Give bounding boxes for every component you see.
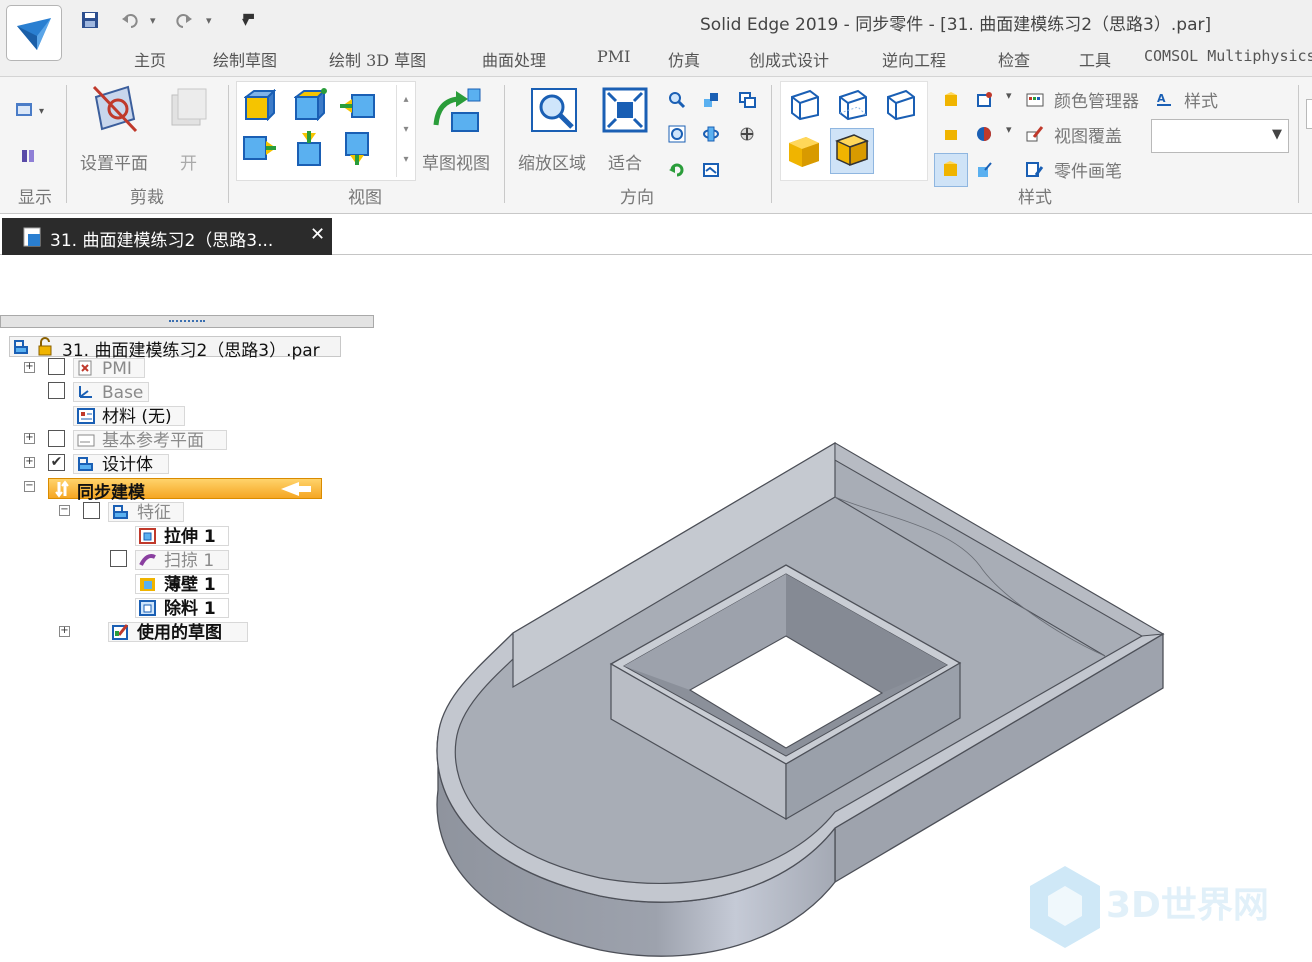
pan-icon[interactable] [702, 91, 720, 113]
spin-icon[interactable] [702, 125, 720, 147]
display-panes-icon[interactable] [20, 147, 38, 169]
tab-reverse-engineering[interactable]: 逆向工程 [882, 47, 946, 71]
shaded-with-edges-style-button[interactable] [830, 128, 874, 174]
group-label-orient: 方向 [620, 188, 654, 208]
view-iso-icon[interactable] [293, 87, 328, 125]
group-label-style: 样式 [1018, 188, 1052, 208]
shaded-small-icon [944, 161, 957, 176]
open-clip-icon[interactable] [166, 87, 208, 137]
window-title: Solid Edge 2019 - 同步零件 - [31. 曲面建模练习2（思路… [700, 15, 1212, 35]
document-tab[interactable]: 31. 曲面建模练习2（思路3... ✕ [2, 218, 332, 255]
shaded-with-edges-style-icon [835, 134, 869, 167]
open-clip-button[interactable]: 开 [180, 149, 197, 174]
tab-pmi[interactable]: PMI [597, 47, 630, 66]
zoom-area-icon[interactable] [530, 87, 580, 139]
tab-inspect[interactable]: 检查 [998, 47, 1030, 71]
title-bar: ▾ ▾ ▬ ▾ Solid Edge 2019 - 同步零件 - [31. 曲面建… [0, 0, 1312, 76]
tab-surfacing[interactable]: 曲面处理 [482, 47, 546, 71]
copy-view-icon[interactable] [738, 91, 756, 113]
group-label-clip: 剪裁 [130, 188, 164, 208]
watermark-logo [1030, 866, 1100, 948]
style-dropdown[interactable]: ▼ [1151, 119, 1289, 153]
chevron-down-icon: ▼ [1272, 127, 1282, 142]
redo-dropdown-icon[interactable]: ▾ [206, 14, 212, 27]
tab-generative-design[interactable]: 创成式设计 [749, 47, 829, 71]
styles-button[interactable]: 样式 [1184, 87, 1218, 112]
svg-text:▾: ▾ [39, 106, 44, 117]
ribbon-separator [771, 85, 772, 203]
hidden-edges-style-icon[interactable] [836, 87, 870, 125]
visible-edges-style-icon[interactable] [884, 87, 918, 125]
svg-text:A: A [1157, 92, 1166, 105]
tab-simulation[interactable]: 仿真 [668, 47, 700, 71]
shaded-style-icon[interactable] [786, 133, 822, 173]
named-view-icon[interactable] [702, 161, 720, 183]
zoom-icon[interactable] [668, 91, 686, 113]
part-painter-active-button[interactable] [934, 153, 968, 187]
ribbon-separator [504, 85, 505, 203]
wireframe-style-icon[interactable] [788, 87, 822, 125]
tab-3d-sketch[interactable]: 绘制 3D 草图 [329, 47, 426, 71]
styles-icon[interactable]: A [1156, 91, 1172, 111]
document-tab-label: 31. 曲面建模练习2（思路3... [50, 231, 274, 251]
color-manager-icon[interactable] [1026, 91, 1044, 113]
view-right-icon[interactable] [342, 131, 374, 171]
view-front-icon[interactable] [340, 91, 376, 125]
watermark-text: 3D世界网 [1106, 885, 1269, 926]
solid-edge-logo-icon [17, 18, 51, 50]
tab-sketch[interactable]: 绘制草图 [213, 47, 277, 71]
redo-icon[interactable] [172, 10, 194, 34]
tab-tools[interactable]: 工具 [1079, 47, 1111, 71]
save-icon[interactable] [80, 10, 100, 34]
zoom-fit-small-icon[interactable] [668, 125, 686, 147]
undo-icon[interactable] [120, 10, 142, 34]
ribbon-overflow[interactable] [1306, 99, 1312, 129]
customize-icon[interactable]: ▬ ▾ [242, 8, 255, 30]
sphere-style-icon[interactable] [975, 125, 993, 147]
refresh-view-icon[interactable] [668, 161, 686, 183]
view-bottom-icon[interactable] [294, 131, 326, 171]
tab-comsol[interactable]: COMSOL Multiphysics [1144, 47, 1312, 65]
part-document-icon [23, 227, 41, 247]
ribbon: ▾ 显示 设置平面 开 剪裁 ▴ ▾ ▾ 草图视图 视图 缩放区域 适合 方向 … [0, 76, 1312, 214]
rotate-view-icon[interactable] [738, 125, 756, 147]
display-window-icon[interactable]: ▾ [15, 101, 49, 123]
face-style-icon[interactable] [942, 125, 960, 147]
view-override-button[interactable]: 视图覆盖 [1054, 122, 1122, 147]
sketch-view-icon[interactable] [430, 85, 482, 139]
reflective-style-icon[interactable] [975, 161, 993, 183]
fit-button[interactable]: 适合 [608, 149, 642, 174]
part-color-icon[interactable] [942, 91, 960, 113]
ribbon-separator [66, 85, 67, 203]
view-gallery-scroll[interactable]: ▴ ▾ ▾ [396, 85, 415, 177]
edge-color-dropdown-icon[interactable]: ▾ [1006, 89, 1012, 102]
set-plane-icon[interactable] [90, 83, 140, 139]
group-label-view: 视图 [348, 188, 382, 208]
part-painter-icon[interactable] [1026, 161, 1044, 183]
view-top-icon[interactable] [243, 88, 277, 125]
undo-dropdown-icon[interactable]: ▾ [150, 14, 156, 27]
ribbon-separator [1298, 85, 1299, 203]
sketch-view-button[interactable]: 草图视图 [422, 149, 490, 174]
fit-icon[interactable] [602, 87, 650, 139]
tab-home[interactable]: 主页 [134, 47, 166, 71]
set-plane-button[interactable]: 设置平面 [80, 149, 148, 174]
graphics-viewport[interactable] [0, 256, 1312, 962]
color-manager-button[interactable]: 颜色管理器 [1054, 87, 1139, 112]
edge-color-icon[interactable] [975, 91, 993, 113]
part-painter-button[interactable]: 零件画笔 [1054, 157, 1122, 182]
close-icon[interactable]: ✕ [310, 224, 325, 245]
view-override-icon[interactable] [1026, 125, 1044, 147]
sphere-dropdown-icon[interactable]: ▾ [1006, 123, 1012, 136]
ribbon-separator [228, 85, 229, 203]
group-label-display: 显示 [18, 188, 52, 208]
application-menu-button[interactable] [6, 5, 62, 61]
zoom-area-button[interactable]: 缩放区域 [518, 149, 586, 174]
view-left-icon[interactable] [242, 133, 278, 169]
